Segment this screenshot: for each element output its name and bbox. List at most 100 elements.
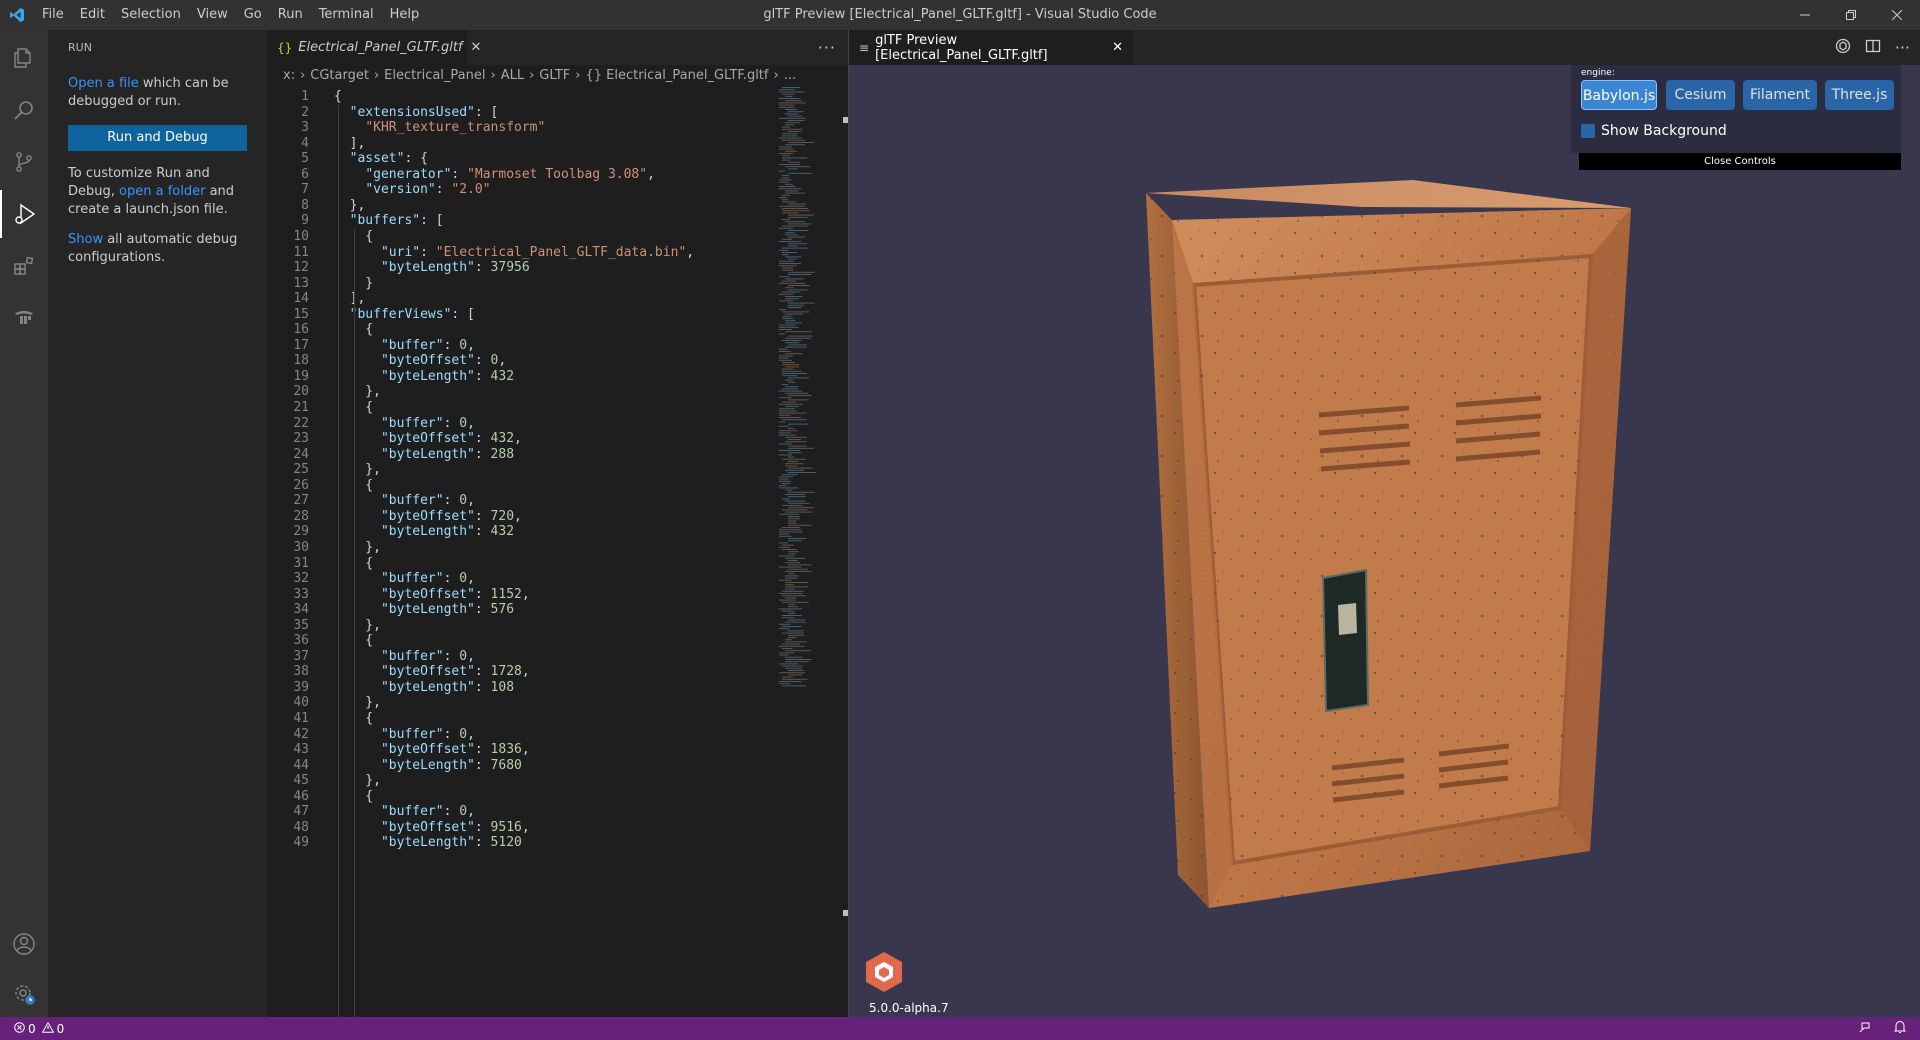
vertical-scrollbar[interactable]: [838, 87, 848, 1017]
code-line[interactable]: "buffer": 0,: [334, 571, 475, 586]
code-line[interactable]: "uri": "Electrical_Panel_GLTF_data.bin",: [334, 245, 694, 260]
code-line[interactable]: "byteOffset": 9516,: [334, 820, 530, 835]
notifications-bell-icon[interactable]: [1893, 1020, 1907, 1037]
code-line[interactable]: "byteLength": 5120: [334, 835, 522, 850]
show-link[interactable]: Show: [68, 232, 103, 247]
code-line[interactable]: "buffer": 0,: [334, 338, 475, 353]
code-line[interactable]: "byteLength": 576: [334, 602, 514, 617]
warning-icon: [41, 1021, 54, 1036]
code-line[interactable]: },: [334, 618, 381, 633]
terraform-icon[interactable]: [0, 294, 48, 342]
code-line[interactable]: },: [334, 384, 381, 399]
open-file-text: Open a file which can be debugged or run…: [48, 75, 267, 111]
close-tab-icon[interactable]: ✕: [471, 40, 482, 55]
line-number: 26: [293, 477, 309, 493]
code-line[interactable]: },: [334, 773, 381, 788]
code-line[interactable]: "extensionsUsed": [: [334, 105, 499, 120]
code-line[interactable]: "byteLength": 432: [334, 369, 514, 384]
code-line[interactable]: "byteLength": 108: [334, 680, 514, 695]
code-line[interactable]: "byteOffset": 432,: [334, 431, 522, 446]
code-line[interactable]: "byteOffset": 0,: [334, 353, 506, 368]
engine-babylonjs-button[interactable]: Babylon.js: [1581, 80, 1657, 110]
code-line[interactable]: },: [334, 462, 381, 477]
code-line[interactable]: "bufferViews": [: [334, 307, 475, 322]
show-background-toggle[interactable]: Show Background: [1581, 123, 1727, 139]
menu-item-go[interactable]: Go: [236, 0, 270, 30]
restore-icon[interactable]: [1828, 0, 1874, 30]
engine-threejs-button[interactable]: Three.js: [1825, 80, 1894, 110]
breadcrumb-separator-icon: ›: [300, 68, 306, 83]
open-folder-link[interactable]: open a folder: [119, 184, 205, 199]
breadcrumb-separator-icon: ›: [490, 68, 496, 83]
code-line[interactable]: "byteOffset": 720,: [334, 509, 522, 524]
breadcrumb-item[interactable]: ...: [784, 68, 796, 83]
breadcrumb-item[interactable]: CGtarget: [310, 68, 369, 83]
menu-item-run[interactable]: Run: [270, 0, 311, 30]
code-line[interactable]: "asset": {: [334, 151, 428, 166]
run-debug-icon[interactable]: [0, 190, 48, 238]
source-control-icon[interactable]: [0, 138, 48, 186]
account-icon[interactable]: [0, 920, 48, 968]
extensions-icon[interactable]: [0, 242, 48, 290]
explorer-icon[interactable]: [0, 34, 48, 82]
code-line[interactable]: "buffer": 0,: [334, 727, 475, 742]
code-editor[interactable]: 1 {2 "extensionsUsed": [3 "KHR_texture_tr…: [267, 87, 767, 1017]
code-line[interactable]: "buffer": 0,: [334, 493, 475, 508]
engine-cesium-button[interactable]: Cesium: [1666, 80, 1735, 110]
breadcrumb: x: › CGtarget › Electrical_Panel › ALL › GLTF › {}…: [267, 65, 848, 87]
line-number: 5: [301, 151, 309, 167]
code-line[interactable]: "buffer": 0,: [334, 416, 475, 431]
menu-item-file[interactable]: File: [34, 0, 72, 30]
code-line[interactable]: {: [334, 89, 342, 104]
engine-controls-panel: engine: Babylon.js Cesium Filament Three…: [1571, 65, 1901, 170]
code-line[interactable]: "KHR_texture_transform": [334, 120, 545, 135]
settings-icon[interactable]: [0, 970, 48, 1018]
code-line[interactable]: },: [334, 540, 381, 555]
problems-indicator[interactable]: 0 0: [0, 1021, 64, 1036]
menu-item-help[interactable]: Help: [382, 0, 428, 30]
line-number: 49: [293, 835, 309, 851]
run-and-debug-button[interactable]: Run and Debug: [68, 125, 247, 151]
close-window-icon[interactable]: [1874, 0, 1920, 30]
split-editor-icon[interactable]: [1865, 38, 1881, 58]
code-line[interactable]: "byteLength": 432: [334, 524, 514, 539]
code-line[interactable]: "version": "2.0": [334, 182, 490, 197]
code-line[interactable]: },: [334, 695, 381, 710]
show-background-checkbox[interactable]: [1581, 124, 1595, 138]
breadcrumb-item[interactable]: x:: [283, 68, 295, 83]
search-icon[interactable]: [0, 86, 48, 134]
code-line[interactable]: "buffers": [: [334, 213, 444, 228]
menu-item-view[interactable]: View: [189, 0, 236, 30]
code-line[interactable]: "byteLength": 37956: [334, 260, 530, 275]
breadcrumb-item[interactable]: ALL: [501, 68, 524, 83]
tab-gltf-file[interactable]: {} Electrical_Panel_GLTF.gltf ✕: [267, 30, 481, 65]
code-line[interactable]: "byteLength": 7680: [334, 758, 522, 773]
breadcrumb-item[interactable]: {} Electrical_Panel_GLTF.gltf: [585, 68, 768, 83]
code-line[interactable]: "generator": "Marmoset Toolbag 3.08",: [334, 167, 655, 182]
menu-item-edit[interactable]: Edit: [72, 0, 113, 30]
more-actions-icon[interactable]: ···: [818, 30, 836, 65]
open-file-link[interactable]: Open a file: [68, 76, 139, 91]
breadcrumb-item[interactable]: Electrical_Panel: [384, 68, 485, 83]
breadcrumb-item[interactable]: GLTF: [539, 68, 570, 83]
line-number: 42: [293, 726, 309, 742]
model-viewport[interactable]: engine: Babylon.js Cesium Filament Three…: [849, 65, 1920, 1017]
minimap[interactable]: [777, 87, 837, 687]
code-line[interactable]: "byteOffset": 1152,: [334, 587, 530, 602]
menu-item-selection[interactable]: Selection: [113, 0, 189, 30]
line-number: 7: [301, 182, 309, 198]
code-line[interactable]: "buffer": 0,: [334, 804, 475, 819]
code-line[interactable]: "buffer": 0,: [334, 649, 475, 664]
close-controls-button[interactable]: Close Controls: [1579, 153, 1901, 170]
feedback-icon[interactable]: [1858, 1020, 1872, 1037]
menu-item-terminal[interactable]: Terminal: [311, 0, 382, 30]
code-line[interactable]: "byteOffset": 1728,: [334, 664, 530, 679]
more-actions-icon[interactable]: ···: [1895, 38, 1910, 57]
tab-gltf-preview[interactable]: ≡ glTF Preview [Electrical_Panel_GLTF.gl…: [849, 30, 1133, 65]
gltf-icon[interactable]: [1835, 38, 1851, 58]
code-line[interactable]: "byteLength": 288: [334, 447, 514, 462]
code-line[interactable]: "byteOffset": 1836,: [334, 742, 530, 757]
close-tab-icon[interactable]: ✕: [1112, 40, 1123, 55]
engine-filament-button[interactable]: Filament: [1743, 80, 1817, 110]
minimize-icon[interactable]: [1782, 0, 1828, 30]
